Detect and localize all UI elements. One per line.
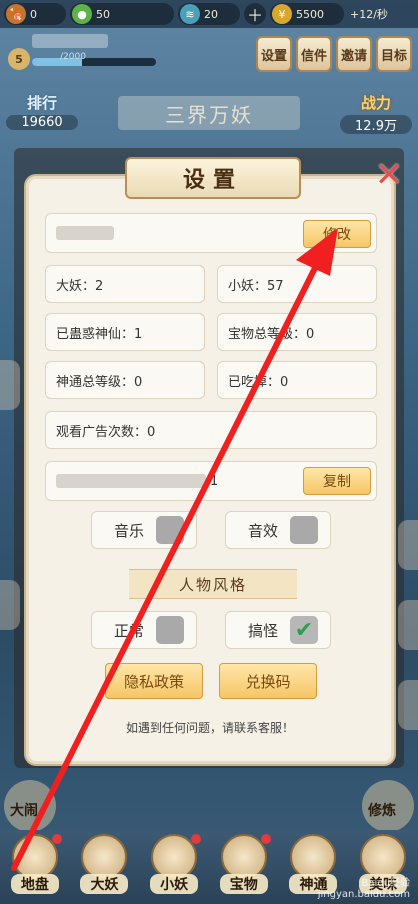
rank-label: 排行 — [26, 94, 57, 112]
stat-ad-count: 观看广告次数：0 — [45, 411, 377, 449]
stat-eaten: 已吃掉：0 — [217, 361, 377, 399]
power-label: 战力 — [360, 94, 391, 112]
rank-widget[interactable]: 排行 19660 — [6, 92, 78, 132]
rank-value: 19660 — [6, 115, 78, 130]
nav-label: 小妖 — [150, 874, 199, 894]
resource-jade[interactable]: ● 50 — [70, 3, 174, 25]
right-side-tab[interactable] — [398, 600, 418, 650]
dialog-title: 设置 — [125, 157, 301, 199]
privacy-policy-button[interactable]: 隐私政策 — [105, 663, 203, 699]
resource-value: 5500 — [296, 7, 324, 21]
settings-dialog: 设置 修改 大妖：2 小妖：57 已蛊惑神仙：1 宝物总等级：0 神通总等级：0… — [26, 157, 394, 764]
dana-label: 大闹 — [10, 803, 38, 819]
redeem-code-button[interactable]: 兑换码 — [219, 663, 317, 699]
exp-bar — [32, 58, 156, 66]
checkmark-icon[interactable]: ✔ — [290, 616, 318, 644]
modify-button[interactable]: 修改 — [303, 220, 371, 248]
resource-food[interactable]: 🍖 0 — [4, 3, 66, 25]
sfx-toggle[interactable]: 音效 — [225, 511, 331, 549]
exp-text: /2000 — [60, 52, 86, 62]
normal-label: 正常 — [114, 621, 145, 640]
close-icon[interactable]: ✕ — [372, 158, 406, 194]
player-level: 5 — [8, 48, 30, 70]
style-banner: 人物风格 — [129, 569, 297, 599]
invite-button[interactable]: 邀请 — [336, 36, 372, 72]
normal-checkbox[interactable] — [156, 616, 184, 644]
nav-label: 宝物 — [219, 874, 268, 894]
top-menu: 设置 信件 邀请 目标 — [256, 36, 412, 72]
nav-treasure[interactable]: 宝物 — [213, 834, 275, 900]
funny-style-toggle[interactable]: 搞怪 ✔ — [225, 611, 331, 649]
plus-icon: ＋ — [246, 6, 263, 25]
right-side-tab[interactable] — [398, 680, 418, 730]
dana-button[interactable]: 大闹 — [4, 780, 56, 832]
nav-label: 地盘 — [10, 874, 59, 894]
music-toggle[interactable]: 音乐 — [91, 511, 197, 549]
player-profile[interactable]: 5 /2000 — [6, 34, 156, 74]
normal-style-toggle[interactable]: 正常 — [91, 611, 197, 649]
left-side-tab[interactable] — [0, 580, 20, 630]
resource-rate: +12/秒 — [350, 8, 388, 21]
notification-dot — [51, 834, 62, 844]
resource-bar: 🍖 0 ● 50 ≋ 20 ＋ ¥ 5500 +12/秒 — [0, 0, 418, 28]
goals-button[interactable]: 目标 — [376, 36, 412, 72]
resource-value: 0 — [30, 7, 37, 21]
settings-button[interactable]: 设置 — [256, 36, 292, 72]
notification-dot — [191, 834, 202, 844]
resource-gold[interactable]: ¥ 5500 — [270, 3, 344, 25]
nav-label: 大妖 — [80, 874, 129, 894]
player-name-blurred — [32, 34, 108, 48]
nav-territory[interactable]: 地盘 — [4, 834, 66, 900]
stat-treasure-level: 宝物总等级：0 — [217, 313, 377, 351]
resource-value: 50 — [96, 7, 110, 21]
mail-button[interactable]: 信件 — [296, 36, 332, 72]
music-checkbox[interactable] — [156, 516, 184, 544]
stat-small-demon: 小妖：57 — [217, 265, 377, 303]
jade-icon: ● — [72, 4, 92, 24]
nav-big-demon[interactable]: 大妖 — [73, 834, 135, 900]
player-id-tail: 1 — [210, 473, 219, 489]
stat-big-demon: 大妖：2 — [45, 265, 205, 303]
stat-power-level: 神通总等级：0 — [45, 361, 205, 399]
watermark-line1: Baidu经验 — [361, 878, 410, 889]
gold-icon: ¥ — [272, 4, 292, 24]
notification-dot — [260, 834, 271, 844]
sfx-checkbox[interactable] — [290, 516, 318, 544]
baidu-watermark: Baidu经验 jingyan.baidu.com — [318, 874, 410, 900]
player-id-blurred — [56, 474, 206, 488]
music-label: 音乐 — [114, 521, 145, 540]
nav-small-demon[interactable]: 小妖 — [143, 834, 205, 900]
sfx-label: 音效 — [248, 521, 279, 540]
player-name-blurred — [56, 226, 114, 240]
realm-title: 三界万妖 — [118, 96, 300, 130]
resource-spirit[interactable]: ≋ 20 — [178, 3, 240, 25]
right-side-tab[interactable] — [398, 520, 418, 570]
support-hint: 如遇到任何问题，请联系客服！ — [125, 721, 294, 735]
spirit-icon: ≋ — [180, 4, 200, 24]
copy-button[interactable]: 复制 — [303, 467, 371, 495]
funny-label: 搞怪 — [248, 621, 279, 640]
add-resource-button[interactable]: ＋ — [244, 3, 266, 25]
resource-energy: +12/秒 — [348, 3, 418, 25]
power-widget[interactable]: 战力 12.9万 — [340, 92, 412, 134]
cultivate-button[interactable]: 修炼 — [362, 780, 414, 832]
left-side-tab[interactable] — [0, 360, 20, 410]
cultivate-label: 修炼 — [368, 803, 396, 819]
watermark-line2: jingyan.baidu.com — [317, 889, 410, 900]
power-value: 12.9万 — [340, 115, 412, 134]
resource-value: 20 — [204, 7, 218, 21]
stat-bewitched: 已蛊惑神仙：1 — [45, 313, 205, 351]
food-icon: 🍖 — [6, 4, 26, 24]
